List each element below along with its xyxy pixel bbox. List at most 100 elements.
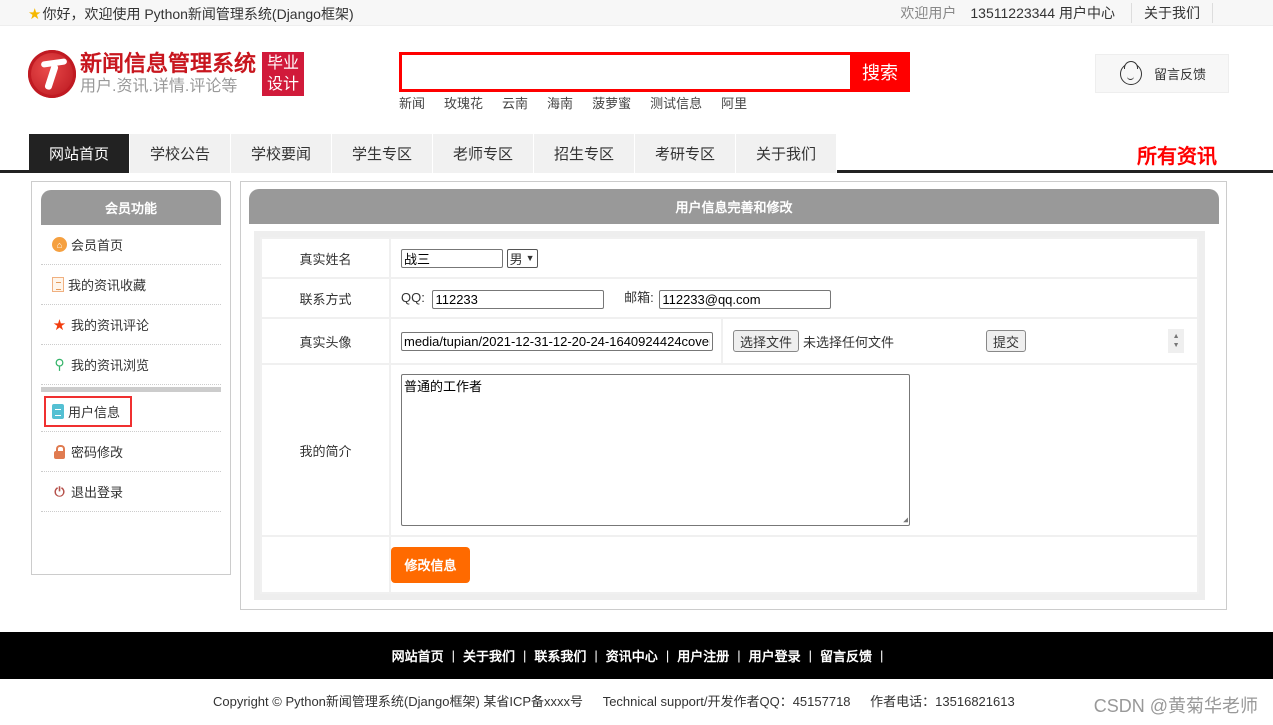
all-news-link[interactable]: 所有资讯 bbox=[1137, 140, 1217, 169]
watermark: CSDN @黄菊华老师 bbox=[1093, 696, 1258, 716]
welcome-user-label: 欢迎用户 bbox=[900, 5, 957, 21]
bio-textarea[interactable]: 普通的工作者 ◢ bbox=[401, 374, 910, 526]
sidebar-item-favorites[interactable]: 我的资讯收藏 bbox=[41, 265, 221, 305]
sidebar-item-logout[interactable]: ⏻ 退出登录 bbox=[41, 472, 221, 512]
upload-submit-button[interactable]: 提交 bbox=[986, 330, 1027, 352]
nav-item-home[interactable]: 网站首页 bbox=[29, 134, 130, 173]
separator: | bbox=[808, 648, 813, 663]
sidebar-item-history[interactable]: ⚲ 我的资讯浏览 bbox=[41, 345, 221, 385]
chevron-down-icon: ▼ bbox=[525, 253, 535, 263]
logo-subtitle: 用户.资讯.详情.评论等 bbox=[80, 78, 238, 95]
sidebar-item-label: 会员首页 bbox=[71, 238, 124, 253]
arrow-up-icon: ▲ bbox=[1172, 333, 1180, 340]
nav-item-postgraduate[interactable]: 考研专区 bbox=[635, 134, 736, 173]
username[interactable]: 13511223344 bbox=[970, 5, 1055, 21]
nav-item-students[interactable]: 学生专区 bbox=[332, 134, 433, 173]
search-button[interactable]: 搜索 bbox=[850, 52, 910, 92]
copyright: Copyright © Python新闻管理系统(Django框架) 某省ICP… bbox=[213, 691, 1031, 710]
copyright-text: Copyright © Python新闻管理系统(Django框架) 某省ICP… bbox=[213, 694, 584, 709]
footer-nav: 网站首页 | 关于我们 | 联系我们 | 资讯中心 | 用户注册 | 用户登录 | 留言反馈… bbox=[0, 632, 1273, 679]
nav-item-school-notice[interactable]: 学校公告 bbox=[130, 134, 231, 173]
choose-file-button[interactable]: 选择文件 bbox=[733, 330, 800, 352]
footer-link-contact[interactable]: 联系我们 bbox=[534, 646, 586, 665]
gender-select[interactable]: 男 ▼ bbox=[506, 248, 538, 268]
hot-keyword[interactable]: 海南 bbox=[547, 93, 573, 112]
top-user-links: 欢迎用户 13511223344 用户中心 关于我们 bbox=[900, 0, 1213, 26]
panel-title: 用户信息完善和修改 bbox=[249, 189, 1219, 224]
hot-keyword[interactable]: 测试信息 bbox=[650, 93, 702, 112]
sidebar-item-comments[interactable]: ★ 我的资讯评论 bbox=[41, 305, 221, 345]
header: 新闻信息管理系统 用户.资讯.详情.评论等 毕业 设计 搜索 新闻 玫瑰花 云南… bbox=[0, 26, 1273, 130]
contact-label: 联系方式 bbox=[260, 277, 391, 319]
divider bbox=[1212, 3, 1213, 23]
scroll-spinner[interactable]: ▲ ▼ bbox=[1168, 329, 1185, 353]
nav-item-school-news[interactable]: 学校要闻 bbox=[231, 134, 332, 173]
sidebar-item-member-home[interactable]: ⌂ 会员首页 bbox=[41, 225, 221, 265]
footer-link-register[interactable]: 用户注册 bbox=[677, 646, 729, 665]
selected-highlight: 用户信息 bbox=[44, 396, 133, 427]
user-info-form: 真实姓名 男▼ 联系方式 QQ: 邮箱: 真实头像 bbox=[260, 237, 1199, 594]
sidebar-item-label: 用户信息 bbox=[68, 405, 121, 420]
nav-item-admissions[interactable]: 招生专区 bbox=[534, 134, 635, 173]
hot-keyword[interactable]: 菠萝蜜 bbox=[592, 93, 631, 112]
site-logo[interactable]: 新闻信息管理系统 用户.资讯.详情.评论等 毕业 设计 bbox=[28, 50, 305, 98]
separator: | bbox=[451, 648, 455, 663]
star-icon: ★ bbox=[28, 6, 42, 23]
footer-link-about[interactable]: 关于我们 bbox=[463, 646, 515, 665]
footer-link-feedback[interactable]: 留言反馈 bbox=[820, 646, 872, 665]
resize-grip-icon[interactable]: ◢ bbox=[903, 515, 908, 524]
user-center-link[interactable]: 用户中心 bbox=[1059, 3, 1115, 23]
sidebar-title: 会员功能 bbox=[41, 190, 221, 225]
no-file-text: 未选择任何文件 bbox=[803, 334, 895, 350]
sidebar-item-change-password[interactable]: 密码修改 bbox=[41, 432, 221, 472]
nav-item-teachers[interactable]: 老师专区 bbox=[433, 134, 534, 173]
main-nav: 网站首页 学校公告 学校要闻 学生专区 老师专区 招生专区 考研专区 关于我们 … bbox=[0, 130, 1273, 173]
graduation-badge: 毕业 设计 bbox=[262, 52, 305, 96]
footer-link-login[interactable]: 用户登录 bbox=[749, 646, 801, 665]
sidebar-item-user-info[interactable]: 用户信息 bbox=[41, 392, 221, 432]
separator: | bbox=[737, 648, 741, 663]
top-bar: ★ 你好，欢迎使用 Python新闻管理系统(Django框架) 欢迎用户 13… bbox=[0, 0, 1273, 26]
hot-keyword[interactable]: 新闻 bbox=[399, 93, 425, 112]
location-icon: ⚲ bbox=[54, 356, 65, 372]
separator: | bbox=[594, 648, 598, 663]
home-icon: ⌂ bbox=[52, 237, 67, 252]
footer-link-news-center[interactable]: 资讯中心 bbox=[606, 646, 658, 665]
hot-keyword[interactable]: 阿里 bbox=[721, 93, 747, 112]
arrow-down-icon: ▼ bbox=[1172, 342, 1180, 349]
sidebar-item-label: 密码修改 bbox=[71, 445, 124, 460]
badge-line-2: 设计 bbox=[267, 76, 300, 93]
bio-label: 我的简介 bbox=[260, 363, 391, 537]
footer-link-home[interactable]: 网站首页 bbox=[392, 646, 444, 665]
hot-keyword[interactable]: 云南 bbox=[502, 93, 528, 112]
gender-value: 男 bbox=[509, 251, 523, 267]
member-sidebar: 会员功能 ⌂ 会员首页 我的资讯收藏 ★ 我的资讯评论 ⚲ 我的资讯浏览 用户信… bbox=[31, 181, 231, 575]
email-input[interactable] bbox=[659, 289, 832, 309]
hot-keywords: 新闻 玫瑰花 云南 海南 菠萝蜜 测试信息 阿里 bbox=[399, 93, 766, 112]
empty-cell bbox=[260, 535, 391, 594]
sidebar-item-label: 退出登录 bbox=[71, 485, 124, 500]
separator: | bbox=[665, 648, 670, 663]
star-icon: ★ bbox=[52, 316, 67, 334]
qq-input[interactable] bbox=[432, 289, 605, 309]
search-input[interactable] bbox=[402, 55, 850, 89]
update-info-button[interactable]: 修改信息 bbox=[391, 546, 470, 583]
feedback-button[interactable]: 留言反馈 bbox=[1095, 54, 1229, 93]
separator: | bbox=[523, 648, 527, 663]
sidebar-item-label: 我的资讯浏览 bbox=[71, 358, 150, 373]
power-icon: ⏻ bbox=[54, 483, 65, 499]
welcome-message: ★ 你好，欢迎使用 Python新闻管理系统(Django框架) bbox=[28, 4, 354, 24]
real-name-input[interactable] bbox=[401, 248, 503, 268]
avatar-path-input[interactable] bbox=[401, 331, 713, 351]
document-icon bbox=[52, 277, 64, 292]
customer-service-icon bbox=[1120, 60, 1142, 85]
divider bbox=[1131, 3, 1132, 23]
nav-item-about[interactable]: 关于我们 bbox=[736, 134, 837, 173]
logo-mark-icon bbox=[28, 50, 76, 98]
about-us-link[interactable]: 关于我们 bbox=[1144, 3, 1200, 23]
hot-keyword[interactable]: 玫瑰花 bbox=[444, 93, 483, 112]
sidebar-item-label: 我的资讯收藏 bbox=[68, 278, 147, 293]
badge-line-1: 毕业 bbox=[267, 55, 300, 72]
email-label: 邮箱: bbox=[624, 290, 654, 306]
separator: | bbox=[880, 648, 884, 663]
